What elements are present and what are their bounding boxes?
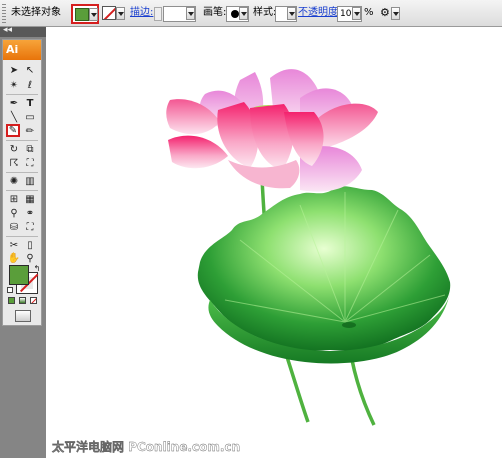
selection-status-label: 未选择对象	[11, 7, 61, 18]
mesh-tool-icon[interactable]: ⊞	[7, 193, 21, 206]
document-options-icon[interactable]: ⚙	[380, 7, 390, 19]
opacity-dropdown-arrow[interactable]	[352, 7, 361, 20]
lotus-artwork[interactable]: 太平洋电脑网 PConline.com.cn	[46, 27, 502, 458]
hand-tool-icon[interactable]: ✋	[7, 252, 21, 265]
brush-definition-dropdown[interactable]	[226, 6, 249, 22]
pencil-tool-icon[interactable]: ✏	[23, 125, 37, 138]
color-mode-icon[interactable]	[8, 297, 15, 304]
options-dropdown-arrow[interactable]	[391, 7, 400, 20]
fill-dropdown-arrow[interactable]	[89, 8, 98, 21]
brush-dot-icon	[231, 10, 239, 18]
type-tool-icon[interactable]: T	[23, 97, 37, 110]
line-segment-tool-icon[interactable]: ╲	[7, 111, 21, 124]
lasso-tool-icon[interactable]: ℓ	[23, 79, 37, 92]
stroke-weight-spinner[interactable]	[154, 7, 162, 21]
default-colors-icon[interactable]	[7, 287, 13, 293]
screen-mode-button[interactable]	[15, 310, 31, 322]
rectangle-tool-icon[interactable]: ▭	[23, 111, 37, 124]
blend-tool-icon[interactable]: ⚭	[23, 207, 37, 220]
leaf-center	[342, 322, 356, 328]
stroke-dropdown-arrow[interactable]	[116, 7, 125, 20]
warp-tool-icon[interactable]: ☈	[7, 157, 21, 170]
stroke-weight-dropdown-arrow[interactable]	[186, 7, 195, 20]
fill-color-swatch[interactable]	[75, 8, 89, 21]
style-label: 样式:	[253, 7, 277, 18]
control-bar-grip[interactable]	[2, 4, 6, 23]
selection-tool-icon[interactable]: ➤	[7, 64, 21, 77]
opacity-unit: %	[364, 7, 374, 18]
watermark-text: 太平洋电脑网 PConline.com.cn	[52, 439, 240, 454]
stroke-link[interactable]: 描边:	[130, 7, 153, 19]
live-paint-bucket-tool-icon[interactable]: ⛁	[7, 221, 21, 234]
pen-tool-icon[interactable]: ✒	[7, 97, 21, 110]
toolbox-divider	[6, 172, 38, 173]
live-paint-selection-tool-icon[interactable]: ⛶	[23, 221, 37, 234]
direct-selection-tool-icon[interactable]: ↖	[23, 64, 37, 77]
column-graph-tool-icon[interactable]: ▥	[23, 175, 37, 188]
graphic-style-dropdown[interactable]	[275, 6, 297, 22]
brush-dropdown-arrow[interactable]	[239, 7, 248, 20]
fill-color-box[interactable]	[9, 265, 29, 285]
left-lower-petal	[168, 135, 228, 169]
petal-base	[228, 160, 300, 189]
tools-panel-header[interactable]: ◂◂	[0, 24, 46, 37]
opacity-link[interactable]: 不透明度:	[298, 7, 341, 19]
toolbox-divider	[6, 190, 38, 191]
scale-tool-icon[interactable]: ⧉	[23, 143, 37, 156]
paintbrush-tool-icon[interactable]: ✎	[6, 124, 20, 137]
slice-tool-icon[interactable]: ✂	[7, 239, 21, 252]
eraser-tool-icon[interactable]: ▯	[23, 239, 37, 252]
brush-label: 画笔:	[203, 7, 227, 18]
gradient-tool-icon[interactable]: ▦	[23, 193, 37, 206]
collapse-panel-icon[interactable]: ◂◂	[3, 24, 12, 36]
stroke-weight-field[interactable]	[163, 6, 196, 22]
control-bar: 未选择对象 描边: 画笔: 样式: 不透明度: 100 % ⚙	[0, 0, 502, 27]
rotate-tool-icon[interactable]: ↻	[7, 143, 21, 156]
toolbox-divider	[6, 94, 38, 95]
magic-wand-tool-icon[interactable]: ✴	[7, 79, 21, 92]
toolbox-divider	[6, 236, 38, 237]
toolbox: Ai ➤ ↖ ✴ ℓ ✒ T ╲ ▭ ✎ ✏ ↻ ⧉ ☈ ⛶ ✺ ▥ ⊞ ▦ ⚲…	[2, 39, 42, 326]
symbol-sprayer-tool-icon[interactable]: ✺	[7, 175, 21, 188]
gradient-mode-icon[interactable]	[19, 297, 26, 304]
fill-color-control[interactable]	[71, 4, 99, 24]
free-transform-tool-icon[interactable]: ⛶	[23, 157, 37, 170]
style-dropdown-arrow[interactable]	[287, 7, 296, 20]
none-mode-icon[interactable]	[30, 297, 37, 304]
stroke-color-swatch[interactable]	[102, 6, 116, 20]
ai-logo: Ai	[3, 40, 41, 60]
toolbox-divider	[6, 140, 38, 141]
eyedropper-tool-icon[interactable]: ⚲	[7, 207, 21, 220]
swap-fill-stroke-icon[interactable]: ↰	[30, 262, 44, 275]
